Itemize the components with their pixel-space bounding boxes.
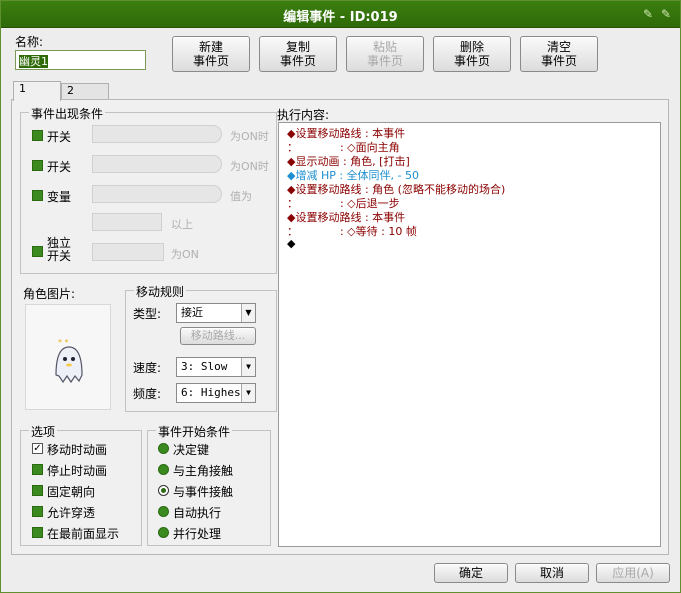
trigger-autorun-radio[interactable]: [158, 506, 169, 517]
conditions-group: 事件出现条件 开关 为ON时 开关 为ON时 变量 值为 以上 独立 开关 为ON: [20, 105, 277, 274]
through-label: 允许穿透: [47, 506, 96, 520]
walking-anim-checkbox[interactable]: ✓: [32, 443, 43, 454]
trigger-parallel-radio[interactable]: [158, 527, 169, 538]
variable-suffix: 值为: [230, 190, 252, 203]
switch1-checkbox[interactable]: [32, 130, 43, 141]
variable-checkbox[interactable]: [32, 190, 43, 201]
title-bar: 编辑事件 - ID:019 ✎ ✎: [1, 1, 680, 28]
switch2-suffix: 为ON时: [230, 160, 269, 173]
clear-page-button[interactable]: 清空 事件页: [520, 36, 598, 72]
conditions-legend: 事件出现条件: [29, 105, 106, 122]
trigger-autorun-label: 自动执行: [173, 506, 222, 520]
chevron-down-icon: ▼: [241, 304, 255, 322]
variable-label: 变量: [47, 190, 72, 204]
move-route-button[interactable]: 移动路线...: [180, 327, 256, 345]
variable-above-label: 以上: [171, 218, 193, 231]
chevron-down-icon: ▼: [241, 358, 255, 376]
self-switch-label: 独立 开关: [47, 236, 72, 263]
speed-label: 速度:: [133, 361, 162, 375]
walking-anim-label: 移动时动画: [47, 443, 108, 457]
movement-group: 移动规则 类型: 接近 ▼ 移动路线... 速度: 3: Slow ▼ 频度: 6:…: [125, 283, 277, 412]
delete-page-button[interactable]: 删除 事件页: [433, 36, 511, 72]
ok-button[interactable]: 确定: [434, 563, 508, 583]
help-icon[interactable]: ✎: [641, 7, 655, 21]
switch2-label: 开关: [47, 160, 72, 174]
ghost-sprite-icon: * *: [55, 338, 83, 384]
svg-text:* *: * *: [58, 338, 69, 347]
event-editor-window: 编辑事件 - ID:019 ✎ ✎ 名称: 幽灵1 新建 事件页 复制 事件页 粘贴…: [0, 0, 681, 593]
trigger-player-touch-label: 与主角接触: [173, 464, 234, 478]
command-line[interactable]: ： : ◇等待 : 10 帧: [287, 223, 417, 239]
trigger-parallel-label: 并行处理: [173, 527, 222, 541]
stepping-anim-checkbox[interactable]: [32, 464, 43, 475]
name-label: 名称:: [15, 35, 44, 49]
character-graphic[interactable]: * *: [25, 304, 111, 410]
apply-button[interactable]: 应用(A): [596, 563, 670, 583]
variable-value-stepper[interactable]: [92, 213, 162, 231]
switch2-select[interactable]: [92, 155, 222, 173]
command-line[interactable]: ◆: [287, 237, 295, 250]
options-legend: 选项: [29, 423, 58, 440]
page-content-panel: 事件出现条件 开关 为ON时 开关 为ON时 变量 值为 以上 独立 开关 为ON…: [11, 99, 669, 555]
trigger-action-label: 决定键: [173, 443, 210, 457]
switch1-label: 开关: [47, 130, 72, 144]
options-group: 选项 ✓ 移动时动画 停止时动画 固定朝向 允许穿透 在最前面显示: [20, 423, 142, 546]
paste-page-button[interactable]: 粘贴 事件页: [346, 36, 424, 72]
window-title: 编辑事件 - ID:019: [283, 10, 398, 25]
trigger-action-radio[interactable]: [158, 443, 169, 454]
switch2-checkbox[interactable]: [32, 160, 43, 171]
contents-label: 执行内容:: [277, 108, 330, 122]
frequency-select[interactable]: 6: Highest ▼: [176, 383, 256, 403]
self-switch-checkbox[interactable]: [32, 246, 43, 257]
direction-fix-checkbox[interactable]: [32, 485, 43, 496]
through-checkbox[interactable]: [32, 506, 43, 517]
trigger-group: 事件开始条件 决定键 与主角接触 与事件接触 自动执行 并行处理: [147, 423, 271, 546]
direction-fix-label: 固定朝向: [47, 485, 96, 499]
trigger-player-touch-radio[interactable]: [158, 464, 169, 475]
movement-legend: 移动规则: [134, 283, 187, 300]
always-on-top-checkbox[interactable]: [32, 527, 43, 538]
move-type-select[interactable]: 接近 ▼: [176, 303, 256, 323]
always-on-top-label: 在最前面显示: [47, 527, 120, 541]
speed-select[interactable]: 3: Slow ▼: [176, 357, 256, 377]
tab-page-2[interactable]: 2: [61, 83, 109, 100]
frequency-label: 频度:: [133, 387, 162, 401]
move-type-label: 类型:: [133, 307, 162, 321]
switch1-suffix: 为ON时: [230, 130, 269, 143]
trigger-event-touch-label: 与事件接触: [173, 485, 234, 499]
stepping-anim-label: 停止时动画: [47, 464, 108, 478]
chevron-down-icon: ▼: [241, 384, 255, 402]
switch1-select[interactable]: [92, 125, 222, 143]
name-value: 幽灵1: [19, 55, 48, 68]
self-switch-suffix: 为ON: [171, 248, 199, 261]
close-icon[interactable]: ✎: [659, 7, 673, 21]
trigger-legend: 事件开始条件: [156, 423, 233, 440]
graphic-label: 角色图片:: [23, 287, 76, 301]
event-commands-list[interactable]: ◆设置移动路线 : 本事件 ： : ◇面向主角 ◆显示动画 : 角色, [打击]…: [278, 122, 661, 547]
variable-select[interactable]: [92, 185, 222, 203]
name-field[interactable]: 幽灵1: [15, 50, 146, 70]
cancel-button[interactable]: 取消: [515, 563, 589, 583]
copy-page-button[interactable]: 复制 事件页: [259, 36, 337, 72]
new-page-button[interactable]: 新建 事件页: [172, 36, 250, 72]
self-switch-select[interactable]: [92, 243, 164, 261]
tab-page-1[interactable]: 1: [13, 81, 61, 101]
trigger-event-touch-radio[interactable]: [158, 485, 169, 496]
